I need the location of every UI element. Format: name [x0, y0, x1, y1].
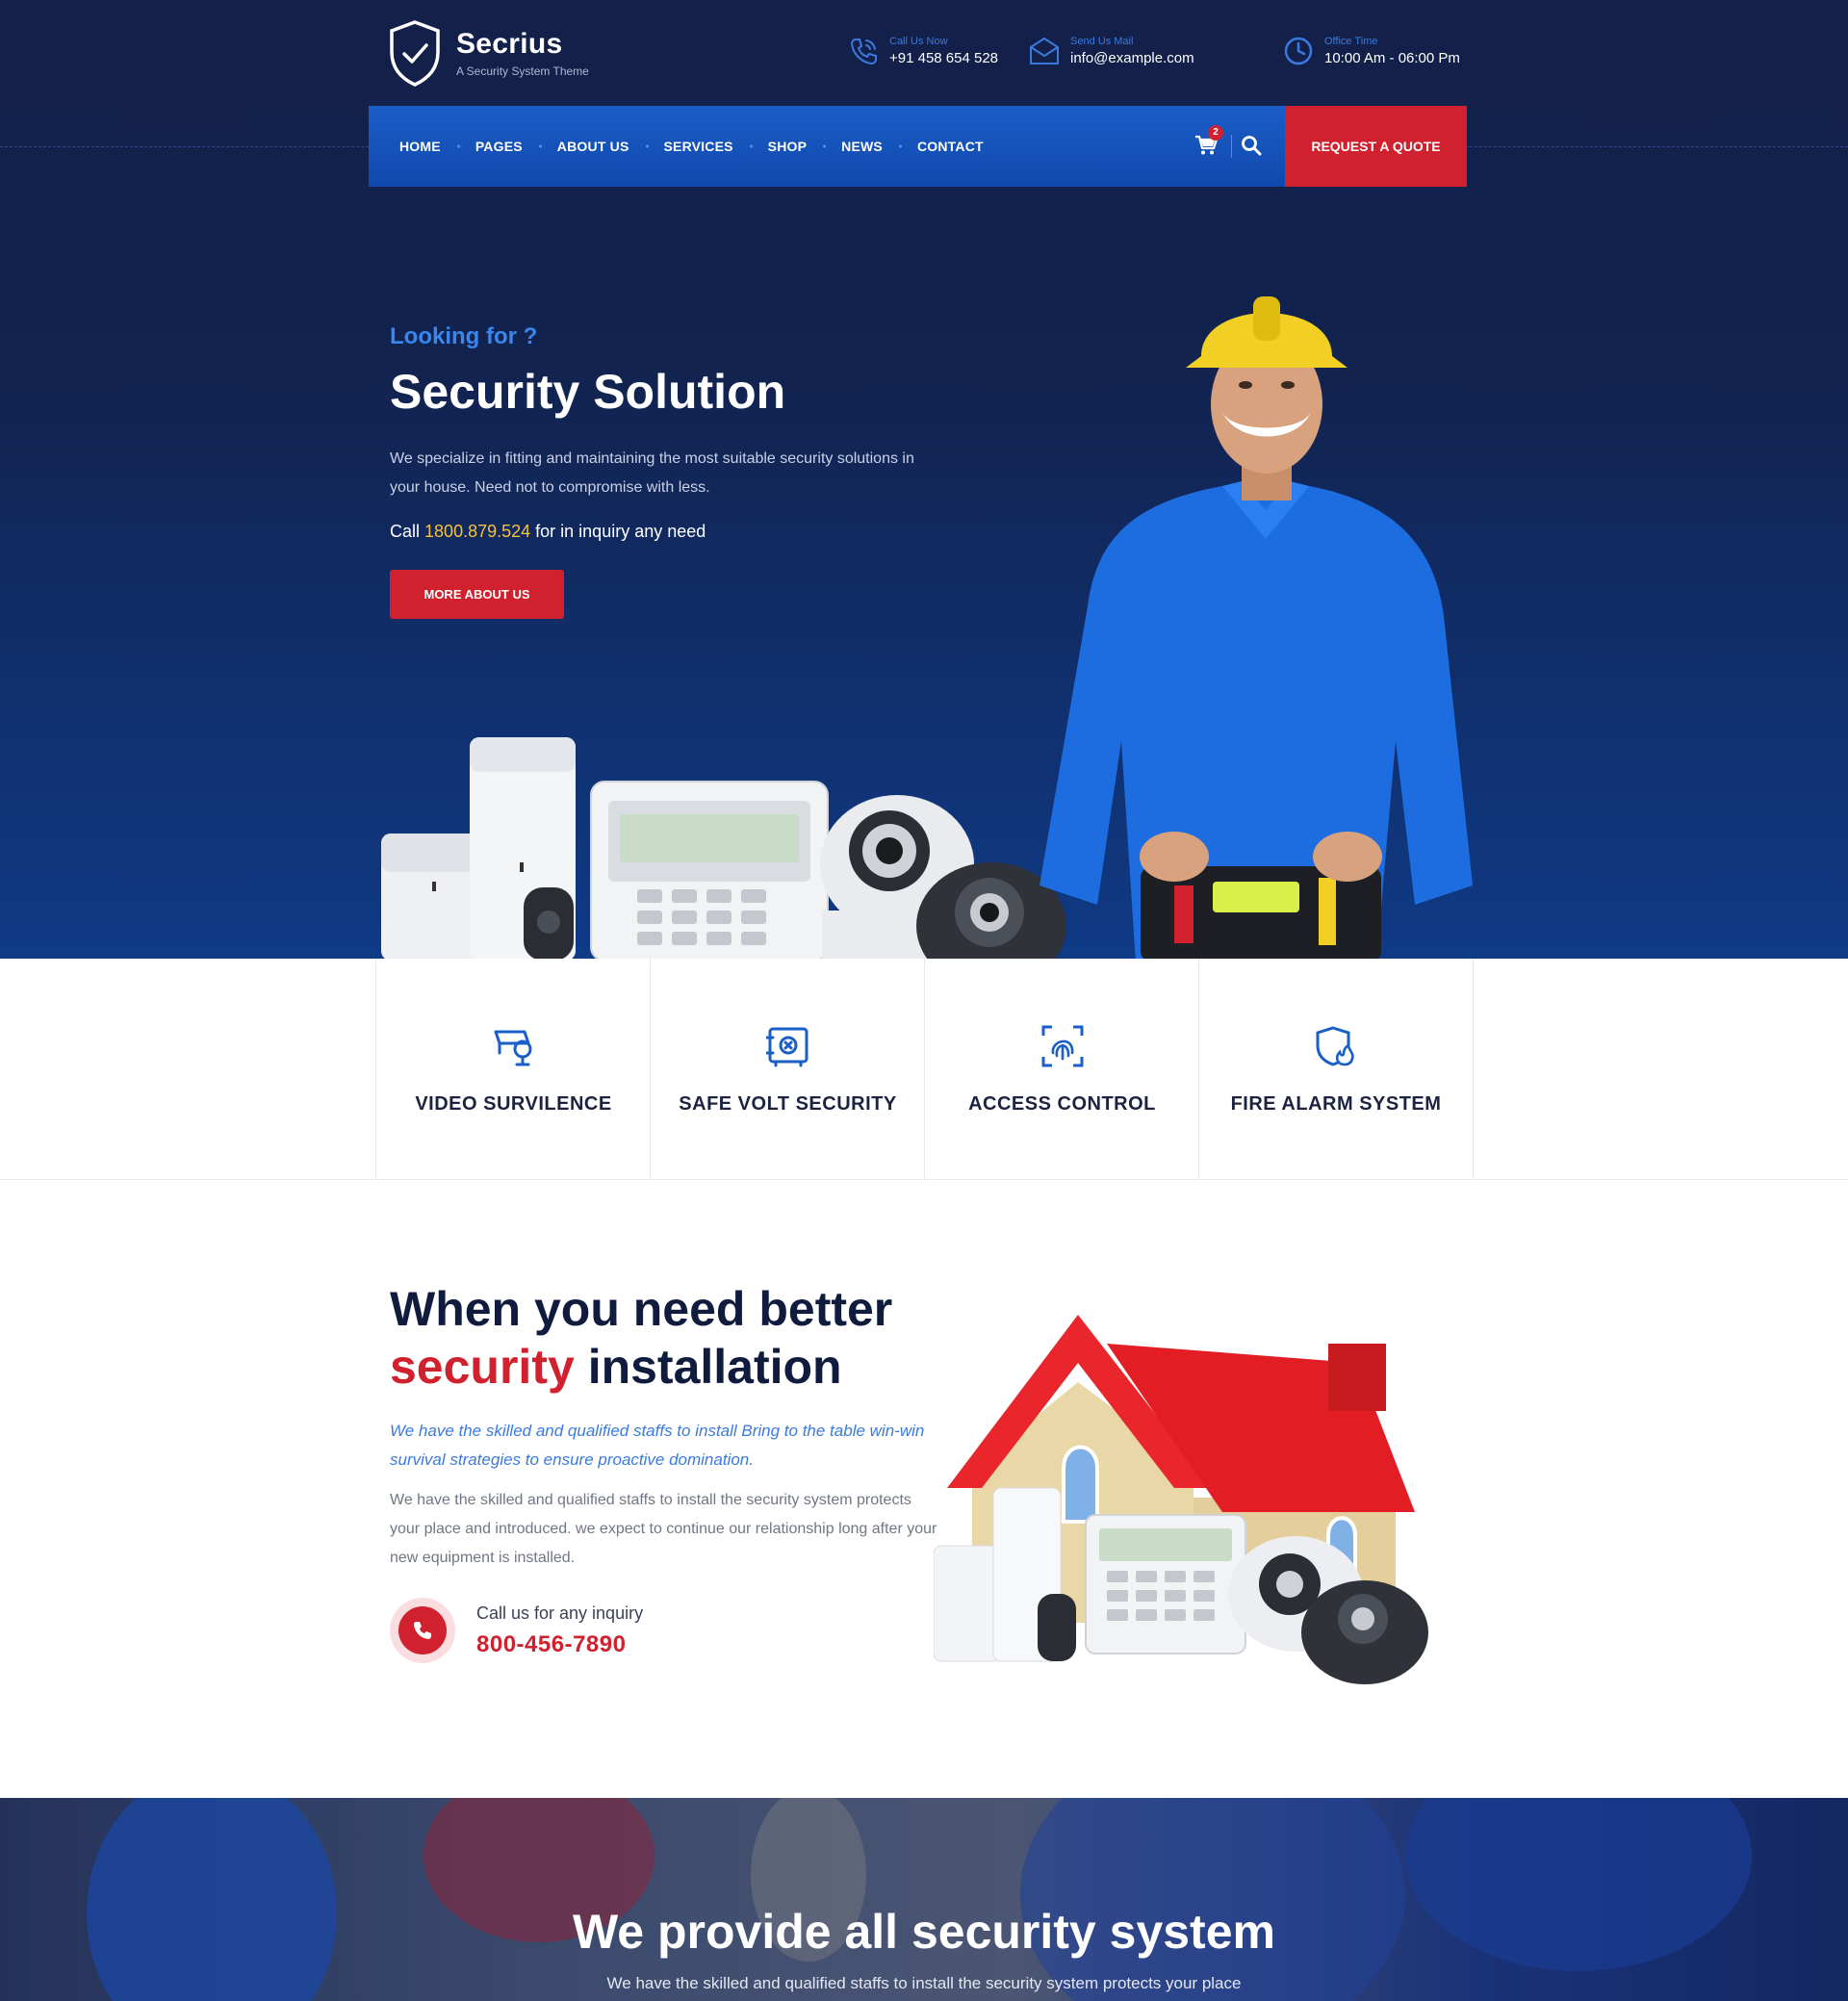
banner-title: We provide all security system: [573, 1905, 1275, 1959]
feature-card-safe-volt[interactable]: SAFE VOLT SECURITY: [650, 959, 925, 1180]
safe-icon: [765, 1027, 808, 1067]
site-logo[interactable]: Secrius A Security System Theme: [389, 19, 589, 87]
about-lead: We have the skilled and qualified staffs…: [390, 1422, 925, 1469]
hero-eyebrow: Looking for ?: [390, 323, 538, 349]
feature-title: VIDEO SURVILENCE: [415, 1093, 612, 1115]
nav-contact[interactable]: CONTACT: [900, 139, 1001, 154]
contact-time-value: 10:00 Am - 06:00 Pm: [1324, 50, 1460, 66]
contact-time: Office Time 10:00 Am - 06:00 Pm: [1282, 35, 1460, 67]
phone-icon: [850, 38, 877, 65]
main-nav: HOME PAGES ABOUT US SERVICES SHOP NEWS C…: [369, 106, 1467, 187]
feature-card-access-control[interactable]: ACCESS CONTROL: [924, 959, 1199, 1180]
about-heading-highlight: security: [390, 1340, 575, 1394]
mail-icon: [1030, 38, 1059, 64]
about-heading-line1: When you need better: [390, 1282, 893, 1336]
house-security-image: [934, 1315, 1428, 1684]
services-banner: We provide all security system We have t…: [0, 1798, 1848, 2001]
brand-name: Secrius: [456, 28, 563, 60]
nav-news[interactable]: NEWS: [824, 139, 900, 154]
contact-time-label: Office Time: [1324, 36, 1378, 47]
about-heading: When you need better security installati…: [390, 1280, 892, 1396]
call-number[interactable]: 800-456-7890: [476, 1631, 643, 1658]
banner-subtitle: We have the skilled and qualified staffs…: [606, 1974, 1242, 1992]
features-strip: VIDEO SURVILENCE SAFE VOLT SECURITY ACCE…: [0, 959, 1848, 1180]
contact-mail-value: info@example.com: [1070, 50, 1194, 66]
call-label: Call us for any inquiry: [476, 1603, 644, 1623]
nav-services[interactable]: SERVICES: [647, 139, 751, 154]
nav-links: HOME PAGES ABOUT US SERVICES SHOP NEWS C…: [399, 106, 1001, 187]
feature-title: SAFE VOLT SECURITY: [679, 1093, 897, 1115]
nav-divider: [1231, 135, 1232, 158]
banner-background-image: [0, 1798, 1848, 2001]
fingerprint-icon: [1041, 1025, 1083, 1067]
cart-button[interactable]: 2: [1194, 125, 1223, 158]
contact-phone[interactable]: Call Us Now +91 458 654 528: [847, 35, 998, 67]
hero-call-number[interactable]: 1800.879.524: [424, 522, 530, 541]
request-quote-button[interactable]: REQUEST A QUOTE: [1285, 106, 1467, 187]
security-devices-image: [381, 737, 1066, 959]
cctv-icon: [494, 1030, 531, 1066]
technician-image: [1040, 296, 1473, 959]
search-button[interactable]: [1241, 135, 1264, 158]
hero-call-prefix: Call: [390, 522, 421, 541]
nav-about-us[interactable]: ABOUT US: [540, 139, 647, 154]
hero-title: Security Solution: [390, 365, 786, 419]
contact-phone-label: Call Us Now: [889, 36, 948, 47]
hero-section: Secrius A Security System Theme Call Us …: [0, 0, 1848, 959]
contact-mail[interactable]: Send Us Mail info@example.com: [1028, 35, 1194, 67]
feature-card-video-surveillance[interactable]: VIDEO SURVILENCE: [375, 959, 651, 1180]
nav-home[interactable]: HOME: [399, 139, 458, 154]
brand-tagline: A Security System Theme: [456, 64, 589, 78]
feature-card-fire-alarm[interactable]: FIRE ALARM SYSTEM: [1198, 959, 1474, 1180]
contact-mail-label: Send Us Mail: [1070, 36, 1134, 47]
call-button-inner: [398, 1606, 447, 1655]
about-heading-rest: installation: [587, 1340, 842, 1394]
contact-phone-value: +91 458 654 528: [889, 50, 999, 66]
search-icon: [1242, 136, 1262, 156]
call-button[interactable]: [390, 1598, 455, 1663]
feature-title: FIRE ALARM SYSTEM: [1230, 1093, 1442, 1115]
fire-shield-icon: [1316, 1026, 1354, 1066]
hero-call-suffix: for in inquiry any need: [535, 522, 706, 541]
feature-title: ACCESS CONTROL: [968, 1093, 1156, 1115]
more-about-us-button[interactable]: MORE ABOUT US: [390, 570, 564, 619]
cart-count-badge: 2: [1208, 125, 1223, 141]
shield-logo-icon: [390, 20, 440, 87]
nav-pages[interactable]: PAGES: [458, 139, 540, 154]
hero-description: We specialize in fitting and maintaining…: [390, 450, 914, 496]
about-text: We have the skilled and qualified staffs…: [390, 1492, 937, 1566]
phone-icon: [414, 1622, 431, 1639]
nav-shop[interactable]: SHOP: [751, 139, 824, 154]
inquiry-call: Call us for any inquiry 800-456-7890: [390, 1598, 643, 1663]
clock-icon: [1284, 37, 1313, 65]
hero-call-line: Call 1800.879.524 for in inquiry any nee…: [390, 522, 706, 542]
